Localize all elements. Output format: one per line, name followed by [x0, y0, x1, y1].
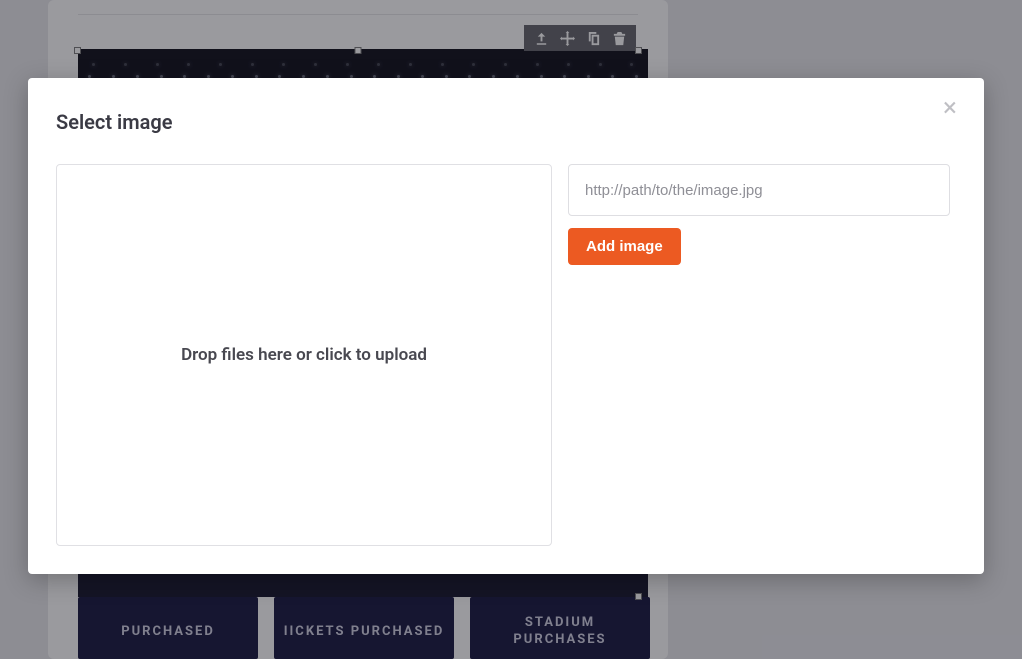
- image-url-input[interactable]: [568, 164, 950, 216]
- select-image-modal: Select image × Drop files here or click …: [28, 78, 984, 574]
- dropzone-label: Drop files here or click to upload: [181, 345, 427, 365]
- close-icon[interactable]: ×: [938, 96, 962, 120]
- modal-title: Select image: [56, 110, 173, 134]
- add-image-button[interactable]: Add image: [568, 228, 681, 265]
- file-dropzone[interactable]: Drop files here or click to upload: [56, 164, 552, 546]
